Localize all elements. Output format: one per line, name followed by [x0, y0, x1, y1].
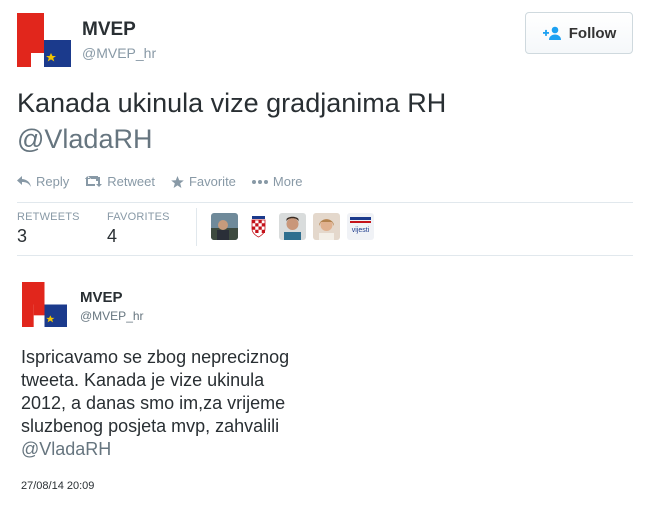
- reply-tweet: MVEP @MVEP_hr Ispricavamo se zbog neprec…: [0, 258, 654, 507]
- tweet-timestamp[interactable]: 27/08/14 20:09: [21, 480, 94, 492]
- main-tweet: MVEP @MVEP_hr Follow Kanada ukinula vize…: [0, 0, 654, 257]
- divider: [17, 255, 633, 256]
- mvep-logo-avatar[interactable]: [17, 13, 71, 67]
- mvep-logo-avatar[interactable]: [22, 282, 67, 327]
- retweets-count: 3: [17, 226, 28, 246]
- author-name[interactable]: MVEP: [80, 289, 123, 306]
- vijesti-logo[interactable]: vijesti: [347, 213, 374, 240]
- mention-link[interactable]: @VladaRH: [17, 121, 617, 157]
- follow-button[interactable]: Follow: [525, 12, 633, 54]
- croatia-crest-icon[interactable]: [245, 213, 272, 240]
- favorited-by-avatars: vijesti: [211, 213, 374, 240]
- tweet-text: Ispricavamo se zbog nepreciznog tweeta. …: [21, 346, 321, 461]
- author-name[interactable]: MVEP: [82, 19, 136, 41]
- more-dots-icon: [251, 179, 268, 184]
- tweet-text: Kanada ukinula vize gradjanima RH @Vlada…: [17, 85, 617, 157]
- retweet-icon: [85, 176, 103, 187]
- favorites-stat[interactable]: FAVORITES 4: [107, 211, 170, 247]
- retweets-stat[interactable]: RETWEETS 3: [17, 211, 80, 247]
- user-photo-3[interactable]: [313, 213, 340, 240]
- reply-action[interactable]: Reply: [17, 174, 69, 189]
- retweets-label: RETWEETS: [17, 211, 80, 223]
- tweet-text-line: tweeta. Kanada je vize ukinula: [21, 370, 265, 390]
- tweet-text-line: Ispricavamo se zbog nepreciznog: [21, 347, 290, 367]
- tweet-actions: Reply Retweet Favorite More: [17, 174, 319, 189]
- user-photo-2[interactable]: [279, 213, 306, 240]
- star-icon: [171, 175, 184, 188]
- author-handle[interactable]: @MVEP_hr: [82, 45, 156, 61]
- author-handle[interactable]: @MVEP_hr: [80, 309, 144, 323]
- follow-label: Follow: [568, 24, 617, 42]
- reply-label: Reply: [36, 174, 70, 189]
- favorite-action[interactable]: Favorite: [171, 174, 236, 189]
- retweet-action[interactable]: Retweet: [85, 174, 155, 189]
- vertical-divider: [196, 208, 197, 246]
- favorites-label: FAVORITES: [107, 211, 170, 223]
- add-user-icon: [542, 26, 561, 40]
- tweet-text-line: Kanada ukinula vize gradjanima RH: [17, 88, 447, 118]
- mention-link[interactable]: @VladaRH: [21, 438, 321, 461]
- reply-icon: [17, 176, 31, 187]
- retweet-label: Retweet: [107, 174, 155, 189]
- vijesti-logo-text: vijesti: [352, 227, 370, 234]
- more-label: More: [272, 174, 303, 189]
- favorites-count: 4: [107, 226, 118, 246]
- tweet-text-line: sluzbenog posjeta mvp, zahvalili: [21, 416, 280, 436]
- divider: [17, 202, 633, 203]
- favorite-label: Favorite: [188, 174, 236, 189]
- tweet-text-line: 2012, a danas smo im,za vrijeme: [21, 393, 286, 413]
- more-action[interactable]: More: [251, 174, 303, 189]
- user-photo-1[interactable]: [211, 213, 238, 240]
